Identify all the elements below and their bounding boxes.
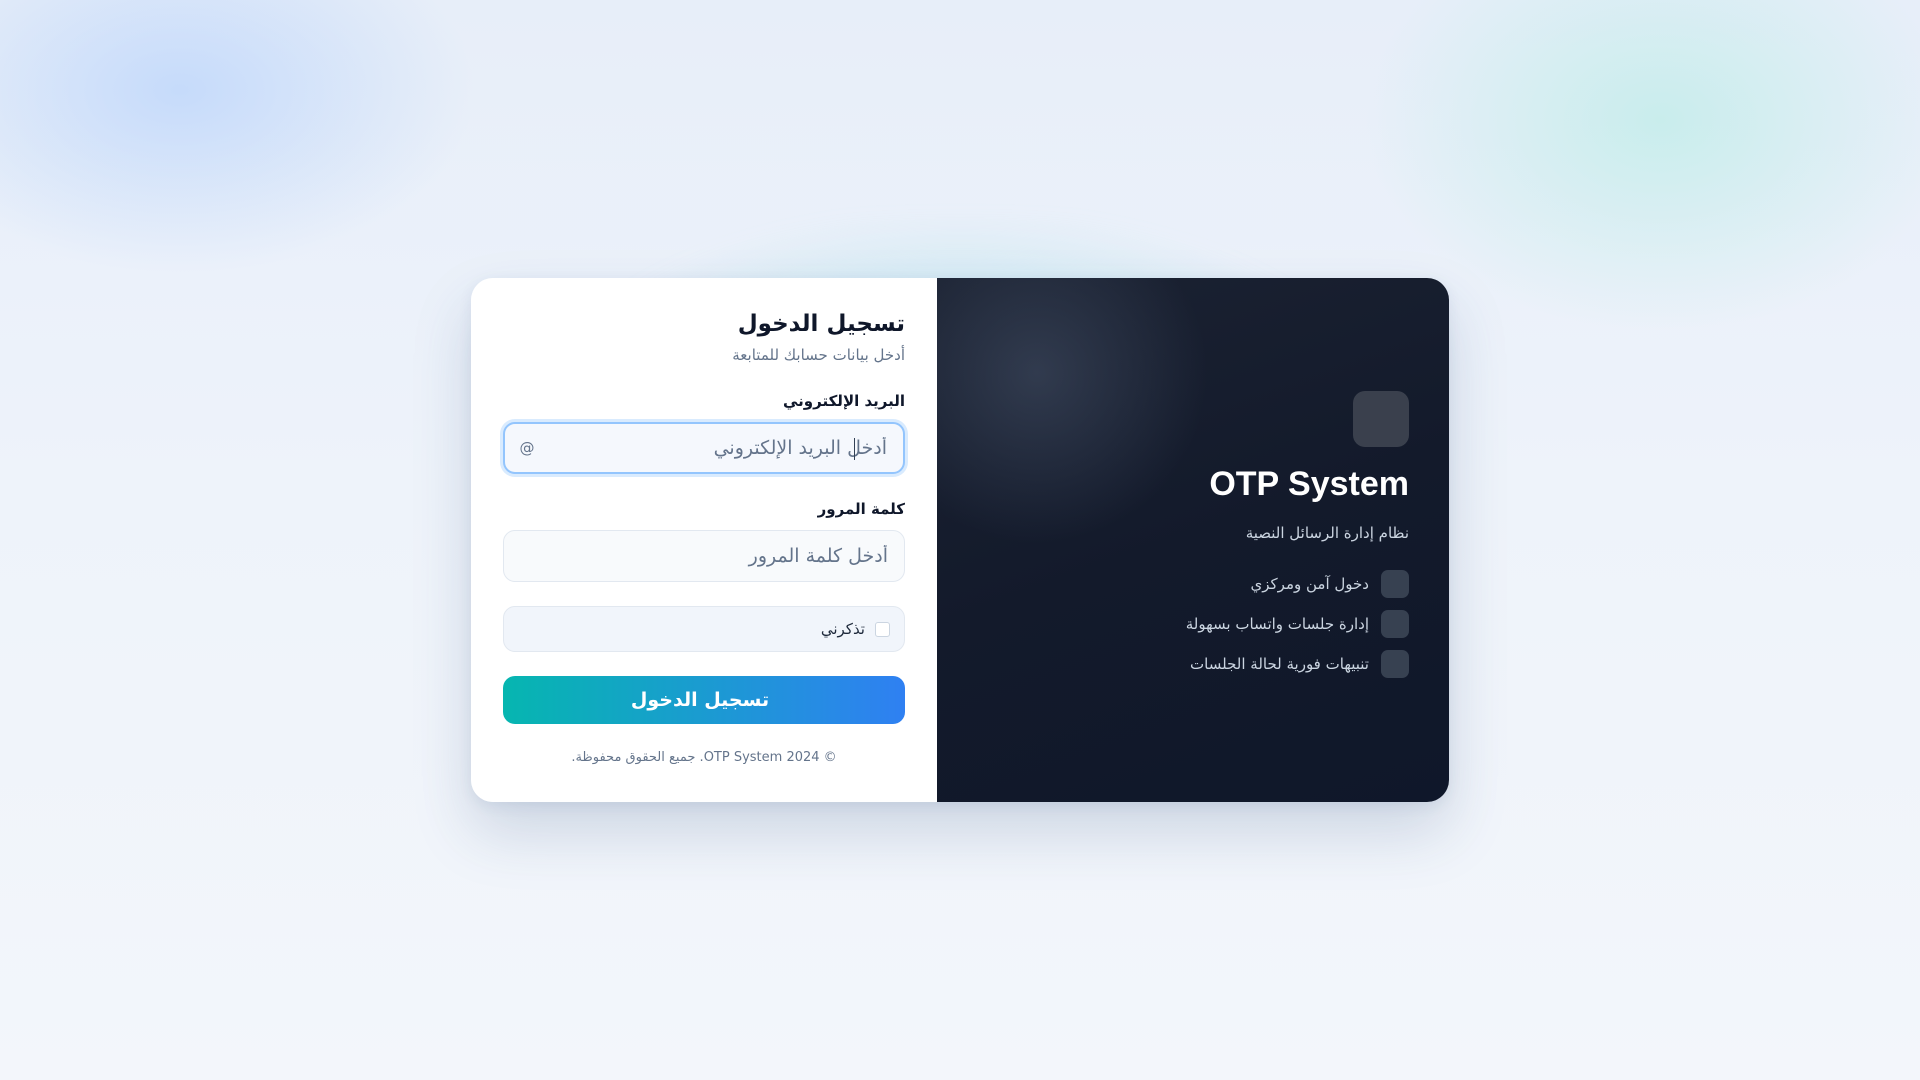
whatsapp-icon: [1381, 610, 1409, 638]
page-title: تسجيل الدخول: [737, 311, 905, 337]
login-form-panel: تسجيل الدخول أدخل بيانات حسابك للمتابعة …: [471, 278, 937, 802]
password-input[interactable]: [536, 545, 888, 567]
feature-text: دخول آمن ومركزي: [1250, 575, 1369, 593]
at-sign-icon: @: [519, 439, 535, 457]
email-label: البريد الإلكتروني: [783, 392, 905, 410]
remember-me-row[interactable]: تذكرني: [503, 606, 905, 652]
remember-me-checkbox[interactable]: [875, 621, 890, 637]
feature-text: إدارة جلسات واتساب بسهولة: [1185, 615, 1369, 633]
feature-item: دخول آمن ومركزي: [977, 570, 1409, 598]
page-subtitle: أدخل بيانات حسابك للمتابعة: [732, 346, 905, 364]
feature-list: دخول آمن ومركزي إدارة جلسات واتساب بسهول…: [977, 570, 1409, 678]
remember-me-label: تذكرني: [820, 620, 865, 638]
feature-item: تنبيهات فورية لحالة الجلسات: [977, 650, 1409, 678]
login-button-label: تسجيل الدخول: [630, 689, 770, 711]
brand-name: OTP System: [1209, 465, 1409, 503]
login-card: تسجيل الدخول أدخل بيانات حسابك للمتابعة …: [471, 278, 1449, 802]
feature-item: إدارة جلسات واتساب بسهولة: [977, 610, 1409, 638]
shield-icon: [1353, 391, 1409, 447]
brand-tagline: نظام إدارة الرسائل النصية: [1245, 524, 1409, 542]
lock-icon: [1381, 570, 1409, 598]
password-label: كلمة المرور: [817, 500, 905, 518]
feature-text: تنبيهات فورية لحالة الجلسات: [1190, 655, 1369, 673]
password-field[interactable]: [503, 530, 905, 582]
login-button[interactable]: تسجيل الدخول: [503, 676, 905, 724]
text-caret: [854, 438, 855, 460]
email-input[interactable]: [537, 437, 887, 459]
bell-icon: [1381, 650, 1409, 678]
email-field[interactable]: @: [503, 422, 905, 474]
copyright-footer: © 2024 OTP System. جميع الحقوق محفوظة.: [571, 750, 837, 765]
brand-panel: OTP System نظام إدارة الرسائل النصية دخو…: [937, 278, 1449, 802]
